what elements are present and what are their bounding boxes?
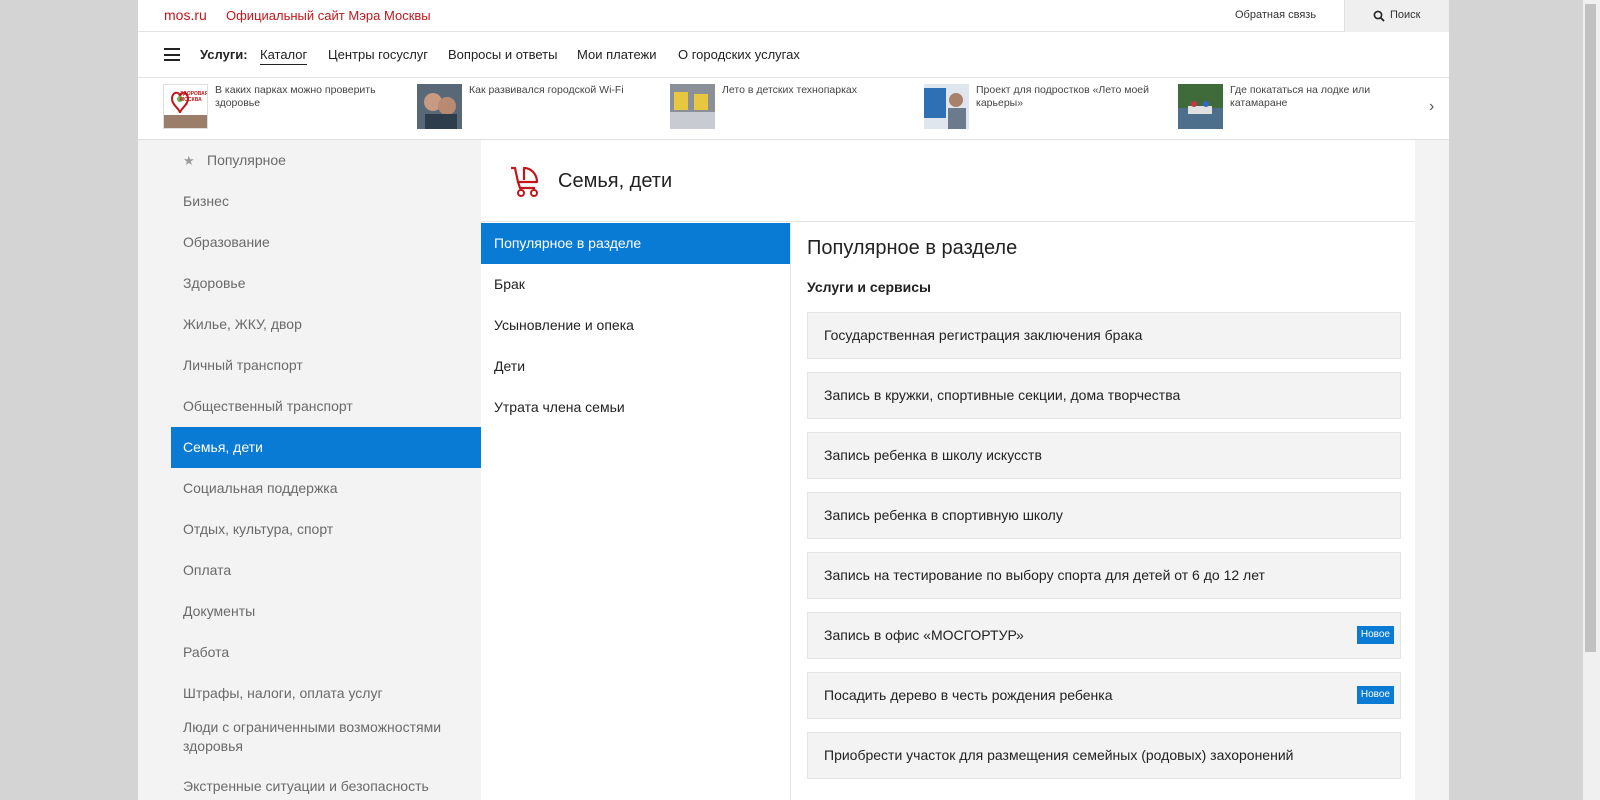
news-text: В каких парках можно проверить здоровье bbox=[215, 84, 376, 109]
service-label: Запись ребенка в школу искусств bbox=[824, 447, 1042, 463]
service-label: Запись на тестирование по выбору спорта … bbox=[824, 567, 1265, 583]
category-item[interactable]: Экстренные ситуации и безопасность bbox=[171, 766, 481, 800]
news-item[interactable]: Где покататься на лодке или катамаране bbox=[1178, 84, 1418, 134]
category-item[interactable]: Отдых, культура, спорт bbox=[171, 509, 481, 550]
news-thumbnail bbox=[670, 84, 715, 129]
service-item[interactable]: Запись в кружки, спортивные секции, дома… bbox=[807, 372, 1401, 419]
category-item[interactable]: Документы bbox=[171, 591, 481, 632]
stroller-icon bbox=[511, 166, 539, 197]
section-card: Семья, дети Популярное в разделе Брак Ус… bbox=[481, 140, 1415, 800]
star-icon: ★ bbox=[183, 153, 195, 168]
category-item[interactable]: Образование bbox=[171, 222, 481, 263]
service-label: Запись в кружки, спортивные секции, дома… bbox=[824, 387, 1181, 403]
feedback-link[interactable]: Обратная связь bbox=[1235, 9, 1316, 21]
service-label: Приобрести участок для размещения семейн… bbox=[824, 747, 1294, 763]
service-item[interactable]: Посадить дерево в честь рождения ребенка… bbox=[807, 672, 1401, 719]
news-text: Как развивался городской Wi-Fi bbox=[469, 84, 624, 96]
service-item[interactable]: Запись в офис «МОСГОРТУР» Новое bbox=[807, 612, 1401, 659]
category-item[interactable]: Общественный транспорт bbox=[171, 386, 481, 427]
subsection-item-popular[interactable]: Популярное в разделе bbox=[481, 223, 790, 264]
new-badge: Новое bbox=[1356, 686, 1394, 704]
service-item[interactable]: Запись ребенка в школу искусств bbox=[807, 432, 1401, 479]
category-label: Популярное bbox=[207, 152, 286, 168]
section-header: Семья, дети bbox=[481, 140, 1415, 222]
page: mos.ru Официальный сайт Мэра Москвы Обра… bbox=[138, 0, 1449, 800]
news-thumbnail bbox=[1178, 84, 1223, 129]
site-title-link[interactable]: Официальный сайт Мэра Москвы bbox=[226, 8, 431, 23]
chevron-right-icon[interactable]: › bbox=[1429, 98, 1434, 116]
news-text: Проект для подростков «Лето моей карьеры… bbox=[976, 84, 1149, 109]
category-item[interactable]: Личный транспорт bbox=[171, 345, 481, 386]
news-strip: ЗДОРОВАЯ МОСКВА В каких парках можно про… bbox=[138, 78, 1449, 140]
nav-item-catalog[interactable]: Каталог bbox=[260, 47, 308, 65]
new-badge: Новое bbox=[1356, 626, 1394, 644]
nav-item-faq[interactable]: Вопросы и ответы bbox=[448, 47, 557, 62]
news-thumb-logo: ЗДОРОВАЯ МОСКВА bbox=[180, 91, 208, 103]
subsection-item[interactable]: Утрата члена семьи bbox=[481, 387, 790, 428]
search-icon bbox=[1373, 10, 1385, 22]
category-item[interactable]: Жилье, ЖКУ, двор bbox=[171, 304, 481, 345]
service-item[interactable]: Запись ребенка в спортивную школу bbox=[807, 492, 1401, 539]
search-button[interactable]: Поиск bbox=[1344, 0, 1449, 32]
nav-item-service-centers[interactable]: Центры госуслуг bbox=[328, 47, 428, 62]
category-sidebar: ★ Популярное Бизнес Образование Здоровье … bbox=[171, 140, 481, 800]
nav-label: Услуги: bbox=[200, 47, 248, 62]
news-text: Где покататься на лодке или катамаране bbox=[1230, 84, 1371, 109]
category-item[interactable]: Бизнес bbox=[171, 181, 481, 222]
category-item[interactable]: Оплата bbox=[171, 550, 481, 591]
service-label: Посадить дерево в честь рождения ребенка bbox=[824, 687, 1113, 703]
site-logo[interactable]: mos.ru bbox=[164, 7, 207, 23]
subsection-item[interactable]: Усыновление и опека bbox=[481, 305, 790, 346]
category-item[interactable]: Работа bbox=[171, 632, 481, 673]
category-item[interactable]: Штрафы, налоги, оплата услуг bbox=[171, 673, 481, 714]
subsection-item[interactable]: Дети bbox=[481, 346, 790, 387]
news-item[interactable]: ЗДОРОВАЯ МОСКВА В каких парках можно про… bbox=[163, 84, 403, 134]
category-item[interactable]: Здоровье bbox=[171, 263, 481, 304]
services-panel: Популярное в разделе Услуги и сервисы Го… bbox=[791, 223, 1415, 800]
news-item[interactable]: Лето в детских технопарках bbox=[670, 84, 910, 134]
panel-title: Популярное в разделе bbox=[807, 237, 1018, 259]
category-item[interactable]: Люди с ограниченными возможностями здоро… bbox=[171, 714, 471, 766]
panel-subtitle: Услуги и сервисы bbox=[807, 279, 932, 295]
category-item[interactable]: ★ Популярное bbox=[171, 140, 481, 181]
services-nav: Услуги: Каталог Центры госуслуг Вопросы … bbox=[138, 32, 1449, 78]
section-title: Семья, дети bbox=[558, 170, 673, 192]
category-item[interactable]: Социальная поддержка bbox=[171, 468, 481, 509]
menu-icon[interactable] bbox=[164, 48, 180, 61]
service-item[interactable]: Приобрести участок для размещения семейн… bbox=[807, 732, 1401, 779]
category-item-family-active[interactable]: Семья, дети bbox=[171, 427, 481, 468]
subsection-nav: Популярное в разделе Брак Усыновление и … bbox=[481, 223, 791, 800]
nav-item-payments[interactable]: Мои платежи bbox=[577, 47, 657, 62]
news-item[interactable]: Как развивался городской Wi-Fi bbox=[417, 84, 657, 134]
top-bar: mos.ru Официальный сайт Мэра Москвы Обра… bbox=[138, 0, 1449, 32]
news-item[interactable]: Проект для подростков «Лето моей карьеры… bbox=[924, 84, 1164, 134]
search-label: Поиск bbox=[1390, 9, 1421, 21]
scrollbar-thumb[interactable] bbox=[1585, 4, 1596, 652]
service-label: Запись ребенка в спортивную школу bbox=[824, 507, 1063, 523]
news-thumbnail bbox=[924, 84, 969, 129]
subsection-item[interactable]: Брак bbox=[481, 264, 790, 305]
nav-item-about[interactable]: О городских услугах bbox=[678, 47, 800, 62]
news-thumbnail: ЗДОРОВАЯ МОСКВА bbox=[163, 84, 208, 129]
service-label: Государственная регистрация заключения б… bbox=[824, 327, 1143, 343]
news-thumbnail bbox=[417, 84, 462, 129]
news-text: Лето в детских технопарках bbox=[722, 84, 857, 96]
service-item[interactable]: Государственная регистрация заключения б… bbox=[807, 312, 1401, 359]
service-label: Запись в офис «МОСГОРТУР» bbox=[824, 627, 1024, 643]
service-item[interactable]: Запись на тестирование по выбору спорта … bbox=[807, 552, 1401, 599]
page-scrollbar[interactable] bbox=[1583, 0, 1600, 800]
